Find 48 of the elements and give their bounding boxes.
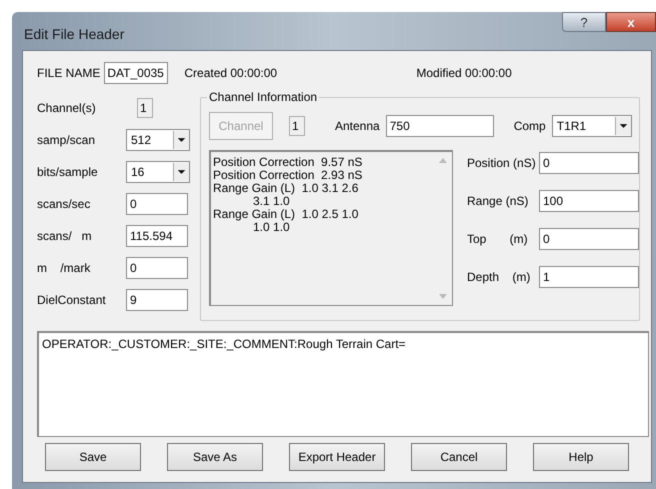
input-field[interactable]: 0 xyxy=(539,228,639,250)
list-line: 1.0 1.0 xyxy=(252,221,290,234)
channels-field[interactable]: 1 xyxy=(137,98,153,118)
list-line: Position Correction 9.57 nS xyxy=(213,156,364,169)
field-label: Depth (m) xyxy=(467,269,532,286)
input-field[interactable]: 100 xyxy=(539,190,639,212)
comment-field[interactable]: OPERATOR:_CUSTOMER:_SITE:_COMMENT:Rough Terrain Cart= xyxy=(37,331,649,437)
list-line: 3.1 1.0 xyxy=(252,195,290,208)
field-label: Comp xyxy=(514,118,546,135)
list-line: Range Gain (L) 1.0 2.5 1.0 xyxy=(213,208,360,221)
field-label: scans/sec xyxy=(37,196,92,213)
window-title: Edit File Header xyxy=(24,25,124,44)
input-field[interactable]: 0 xyxy=(539,152,639,174)
list-line: Position Correction 2.93 nS xyxy=(213,169,364,182)
field-label: FILE NAME xyxy=(37,65,100,82)
input-field[interactable]: 1 xyxy=(539,266,639,288)
field-label: scans/ m xyxy=(37,228,93,245)
input-field[interactable]: 115.594 xyxy=(126,225,188,247)
input-field[interactable]: 0 xyxy=(126,257,188,279)
field-label: Position (nS) xyxy=(467,155,537,172)
help-button[interactable]: ? xyxy=(562,12,606,32)
dialog-button[interactable]: Save xyxy=(45,443,141,471)
antenna-field[interactable]: 750 xyxy=(386,115,494,137)
dialog-button[interactable]: Help xyxy=(533,443,629,471)
scroll-down-icon[interactable] xyxy=(439,294,447,299)
field-label: Top (m) xyxy=(467,231,529,248)
field-label: Antenna xyxy=(335,118,380,135)
comp-dropdown[interactable]: T1R1 xyxy=(552,115,632,137)
channel-number-field[interactable]: 1 xyxy=(289,116,305,136)
input-field[interactable]: 0 xyxy=(126,193,188,215)
dropdown[interactable]: 512 xyxy=(126,129,190,151)
field-label: Channel(s) xyxy=(37,100,97,117)
field-label: bits/sample xyxy=(37,164,99,181)
scroll-up-icon[interactable] xyxy=(439,158,447,163)
file-name-field[interactable]: DAT_0035 xyxy=(104,62,168,84)
dialog-button[interactable]: Export Header xyxy=(289,443,385,471)
input-field[interactable]: 9 xyxy=(126,289,188,311)
field-label: m /mark xyxy=(37,260,92,277)
field-label: DielConstant xyxy=(37,292,107,309)
modified-text: Modified 00:00:00 xyxy=(416,65,512,82)
created-text: Created 00:00:00 xyxy=(184,65,278,82)
dialog-button[interactable]: Cancel xyxy=(411,443,507,471)
field-label: samp/scan xyxy=(37,132,96,149)
dialog-button[interactable]: Save As xyxy=(167,443,263,471)
list-line: Range Gain (L) 1.0 3.1 2.6 xyxy=(213,182,360,195)
close-button[interactable]: x xyxy=(606,12,656,32)
field-label: Range (nS) xyxy=(467,193,530,210)
dropdown[interactable]: 16 xyxy=(126,161,190,183)
